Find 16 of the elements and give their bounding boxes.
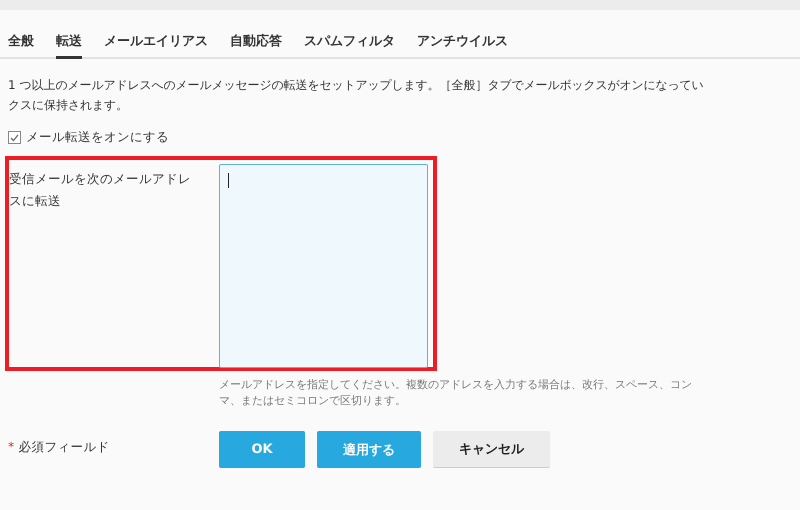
description-text: 1 つ以上のメールアドレスへのメールメッセージの転送をセットアップします。［全般］タブでメールボックスがオンになってい — [8, 77, 704, 94]
required-mark: * — [8, 439, 14, 456]
tab[interactable]: スパムフィルタ — [304, 32, 395, 59]
tab[interactable]: メールエイリアス — [104, 32, 208, 59]
field-label: 受信メールを次のメールアドレスに転送 — [9, 170, 192, 210]
hint-text: メールアドレスを指定してください。複数のアドレスを入力する場合は、改行、スペース、コンマ、またはセミコロンで区切ります。 — [219, 377, 693, 409]
required-label: 必須フィールド — [18, 439, 110, 456]
tab[interactable]: アンチウイルス — [417, 32, 508, 59]
tab[interactable]: 全般 — [8, 32, 34, 59]
checkbox-label: メール転送をオンにする — [26, 129, 169, 146]
tab[interactable]: 自動応答 — [230, 32, 282, 59]
tab[interactable]: 転送 — [56, 32, 82, 59]
description-text: クスに保持されます。 — [8, 97, 129, 114]
cancel-button[interactable]: キャンセル — [433, 431, 550, 468]
address-input-field[interactable] — [219, 164, 428, 368]
checkbox[interactable] — [8, 131, 21, 144]
